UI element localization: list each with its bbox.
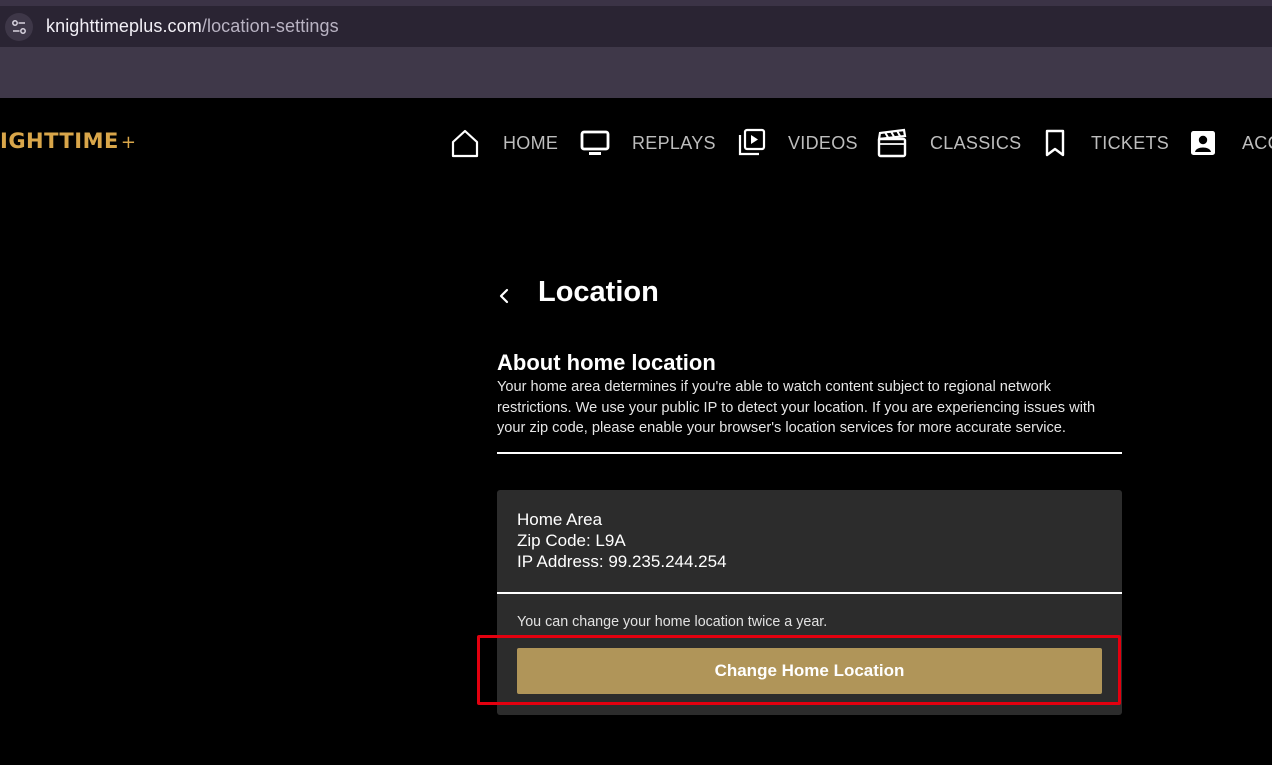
- nav-item-account[interactable]: ACC: [1188, 128, 1272, 158]
- section-divider: [497, 452, 1122, 454]
- home-area-card: Home Area Zip Code: L9A IP Address: 99.2…: [497, 490, 1122, 715]
- address-bar[interactable]: knighttimeplus.com/location-settings: [0, 6, 1272, 47]
- about-text: Your home area determines if you're able…: [497, 379, 1096, 436]
- nav-item-tickets[interactable]: TICKETS: [1040, 128, 1169, 158]
- tv-icon: [580, 130, 610, 155]
- site-page: IGHTTIME + HOME REPLAYS VIDEOS CLASSICS …: [0, 98, 1272, 765]
- nav-item-replays[interactable]: REPLAYS: [580, 128, 716, 158]
- nav-item-home[interactable]: HOME: [450, 128, 558, 158]
- logo-text: IGHTTIME: [0, 129, 119, 153]
- home-icon: [451, 129, 479, 158]
- browser-chrome: knighttimeplus.com/location-settings: [0, 0, 1272, 98]
- change-home-location-button[interactable]: Change Home Location: [517, 648, 1102, 694]
- url-host: knighttimeplus.com: [46, 16, 202, 36]
- home-area-label: Home Area: [517, 510, 603, 529]
- nav-item-classics[interactable]: CLASSICS: [877, 128, 1021, 158]
- change-limit-note: You can change your home location twice …: [517, 614, 828, 630]
- site-info-button[interactable]: [5, 13, 33, 41]
- nav-item-videos[interactable]: VIDEOS: [736, 128, 858, 158]
- nav-label-account: ACC: [1242, 132, 1272, 153]
- url-text[interactable]: knighttimeplus.com/location-settings: [46, 16, 339, 37]
- account-icon: [1191, 131, 1215, 155]
- zip-code-line: Zip Code: L9A: [517, 531, 626, 550]
- back-button[interactable]: [496, 284, 512, 308]
- logo-plus: +: [120, 132, 137, 153]
- bookmark-icon: [1045, 129, 1065, 157]
- ip-address-line: IP Address: 99.235.244.254: [517, 552, 727, 571]
- chevron-left-icon: [499, 288, 509, 304]
- url-path: /location-settings: [201, 16, 339, 36]
- about-heading: About home location: [497, 350, 716, 375]
- page-title: Location: [538, 276, 659, 308]
- nav-label-tickets: TICKETS: [1091, 132, 1170, 153]
- site-logo[interactable]: IGHTTIME +: [0, 129, 136, 153]
- card-divider: [497, 592, 1122, 594]
- nav-label-home: HOME: [503, 132, 559, 153]
- video-library-icon: [738, 128, 766, 156]
- browser-toolbar-band: [0, 47, 1272, 98]
- nav-label-videos: VIDEOS: [788, 132, 858, 153]
- clapperboard-icon: [877, 128, 907, 158]
- nav-label-classics: CLASSICS: [930, 132, 1022, 153]
- tune-icon: [12, 20, 26, 34]
- nav-label-replays: REPLAYS: [632, 132, 716, 153]
